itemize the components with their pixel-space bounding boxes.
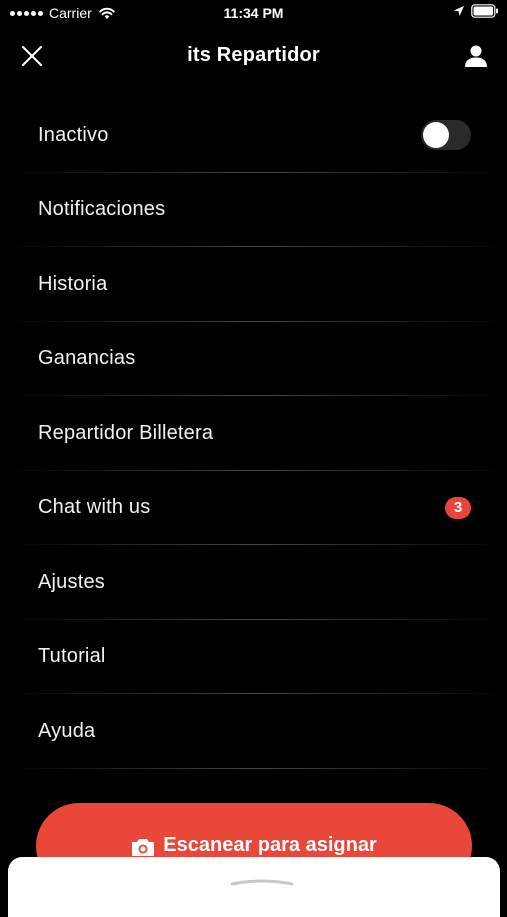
bottom-sheet[interactable]	[8, 857, 500, 917]
menu-item-label: Chat with us	[38, 496, 151, 519]
menu-list: Inactivo Notificaciones Historia Gananci…	[0, 98, 507, 769]
camera-icon	[132, 839, 155, 856]
menu-item-label: Tutorial	[38, 645, 106, 668]
scan-button-label: Escanear para asignar	[163, 834, 377, 856]
status-bar-time: 11:34 PM	[223, 5, 284, 21]
location-arrow-icon	[454, 6, 464, 16]
menu-item-tutorial[interactable]: Tutorial	[0, 620, 507, 695]
nav-bar: its Repartidor	[0, 30, 507, 84]
menu-item-inactivo[interactable]: Inactivo	[0, 98, 507, 173]
menu-item-historia[interactable]: Historia	[0, 247, 507, 322]
profile-button[interactable]	[463, 43, 489, 69]
menu-item-label: Notificaciones	[38, 198, 166, 221]
menu-item-label: Ayuda	[38, 719, 96, 742]
user-icon	[465, 45, 487, 67]
menu-item-label: Inactivo	[38, 123, 109, 146]
menu-item-label: Repartidor Billetera	[38, 421, 214, 444]
menu-item-billetera[interactable]: Repartidor Billetera	[0, 396, 507, 471]
menu-item-label: Ganancias	[38, 347, 136, 370]
menu-item-notificaciones[interactable]: Notificaciones	[0, 173, 507, 248]
status-bar-right	[453, 4, 499, 18]
toggle-knob	[423, 122, 449, 149]
availability-toggle[interactable]	[421, 120, 471, 151]
menu-item-label: Ajustes	[38, 570, 105, 593]
unread-count-badge: 3	[445, 496, 471, 519]
menu-item-ganancias[interactable]: Ganancias	[0, 322, 507, 397]
drag-handle-icon[interactable]	[230, 878, 294, 886]
menu-item-ayuda[interactable]: Ayuda	[0, 694, 507, 769]
menu-item-ajustes[interactable]: Ajustes	[0, 545, 507, 620]
battery-icon	[471, 4, 498, 18]
page-title: its Repartidor	[187, 44, 320, 66]
status-bar: Carrier 11:34 PM	[0, 0, 507, 28]
menu-item-label: Historia	[38, 272, 108, 295]
menu-item-chat[interactable]: Chat with us 3	[0, 471, 507, 546]
